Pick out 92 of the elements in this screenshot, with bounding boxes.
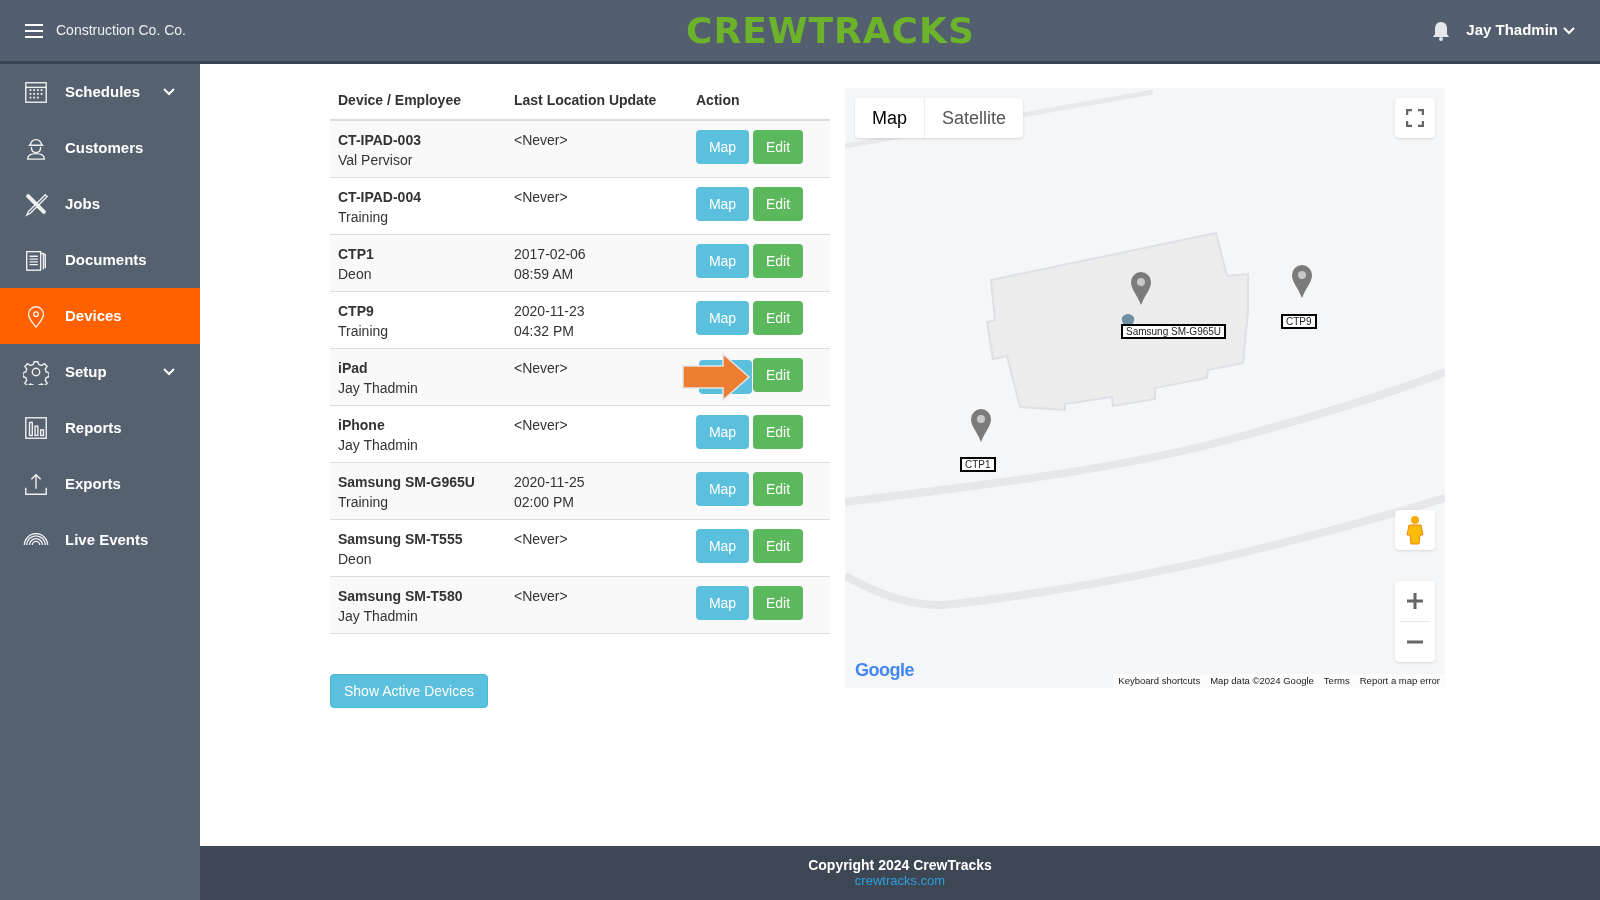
attribution-link[interactable]: Map data ©2024 Google [1205,673,1319,688]
copyright-text: Copyright 2024 CrewTracks [808,857,992,873]
update-time: 08:59 AM [514,265,575,284]
update-time: 2020-11-25 [514,473,586,492]
edit-button[interactable]: Edit [753,529,803,563]
attribution-link[interactable]: Keyboard shortcuts [1113,673,1206,688]
footer-link[interactable]: crewtracks.com [854,873,946,889]
minus-icon [1406,640,1424,644]
sidebar-item[interactable]: Schedules [0,64,200,120]
sidebar-item[interactable]: Devices [0,288,200,344]
device-name: CTP1 [338,245,375,264]
map-button[interactable]: Map [696,586,749,620]
edit-button[interactable]: Edit [753,187,803,221]
map-button[interactable]: Map [696,301,749,335]
device-name: CTP9 [338,302,375,321]
update-time: <Never> [514,530,569,549]
employee-name: Jay Thadmin [338,436,419,455]
map-button[interactable]: Map [696,529,749,563]
edit-button[interactable]: Edit [753,472,803,506]
device-name: iPad [338,359,369,378]
update-time: 04:32 PM [514,322,575,341]
map-button[interactable]: Map [696,187,749,221]
employee-name: Jay Thadmin [338,607,419,626]
marker-label: CTP1 [960,457,996,472]
employee-name: Training [338,208,390,227]
plus-icon [1406,592,1424,610]
sidebar-item[interactable]: Setup [0,344,200,400]
marker-label: Samsung SM-G965U [1121,324,1227,339]
device-name: CT-IPAD-004 [338,188,422,207]
employee-name: Training [338,322,390,341]
sidebar-item[interactable]: Customers [0,120,200,176]
map-pin-icon[interactable] [970,408,992,442]
device-name: Samsung SM-T580 [338,587,464,606]
fullscreen-icon [1406,109,1424,127]
bell-icon[interactable] [1432,20,1451,41]
device-name: iPhone [338,416,386,435]
sidebar-item[interactable]: Reports [0,400,200,456]
fullscreen-button[interactable] [1395,98,1435,138]
update-time: <Never> [514,416,569,435]
sidebar-item[interactable]: Exports [0,456,200,512]
pencil-ruler-icon [23,191,49,217]
edit-button[interactable]: Edit [753,586,803,620]
map-type-tab[interactable]: Satellite [924,98,1024,138]
update-time: 2020-11-23 [514,302,586,321]
map-pin-icon[interactable] [1130,271,1152,305]
calendar-icon [23,79,49,105]
signal-icon [23,533,49,547]
employee-name: Deon [338,265,373,284]
update-time: <Never> [514,131,569,150]
update-time: <Never> [514,188,569,207]
edit-button[interactable]: Edit [753,244,803,278]
attribution-link[interactable]: Terms [1318,673,1355,688]
show-active-devices-button[interactable]: Show Active Devices [330,674,488,708]
sidebar-item[interactable]: Live Events [0,512,200,568]
edit-button[interactable]: Edit [753,301,803,335]
update-time: <Never> [514,359,569,378]
employee-name: Val Pervisor [338,151,414,170]
device-name: Samsung SM-T555 [338,530,464,549]
marker-label: CTP9 [1281,314,1317,329]
sidebar-item[interactable]: Documents [0,232,200,288]
edit-button[interactable]: Edit [753,130,803,164]
column-header: Action [696,91,741,110]
map-pin-icon[interactable] [1291,264,1313,298]
update-time: <Never> [514,587,569,606]
employee-name: Deon [338,550,373,569]
map-button[interactable]: Map [696,415,749,449]
attribution-link[interactable]: Report a map error [1354,673,1445,688]
settings-icon [23,359,49,385]
employee-name: Jay Thadmin [338,379,419,398]
update-time: 02:00 PM [514,493,575,512]
user-menu[interactable]: Jay Thadmin [1466,19,1576,42]
upload-icon [23,471,49,497]
menu-icon[interactable] [24,22,44,39]
map-button[interactable]: Map [696,472,749,506]
map-button[interactable]: Map [696,130,749,164]
sidebar-item[interactable]: Jobs [0,176,200,232]
device-name: CT-IPAD-003 [338,131,422,150]
map-type-tab[interactable]: Map [855,98,924,138]
update-time: 2017-02-06 [514,245,587,264]
device-name: Samsung SM-G965U [338,473,476,492]
column-header: Last Location Update [514,91,658,110]
employee-name: Training [338,493,390,512]
company-name: Construction Co. Co. [56,21,186,40]
google-logo: Google [855,659,914,682]
column-header: Device / Employee [338,91,462,110]
person-icon [1406,515,1424,545]
edit-button[interactable]: Edit [753,415,803,449]
bar-chart-icon [23,415,49,441]
street-view-button[interactable] [1395,510,1435,550]
edit-button[interactable]: Edit [753,358,803,392]
logo[interactable]: CREWTRACKS [686,9,975,53]
map-button[interactable]: Map [696,244,749,278]
